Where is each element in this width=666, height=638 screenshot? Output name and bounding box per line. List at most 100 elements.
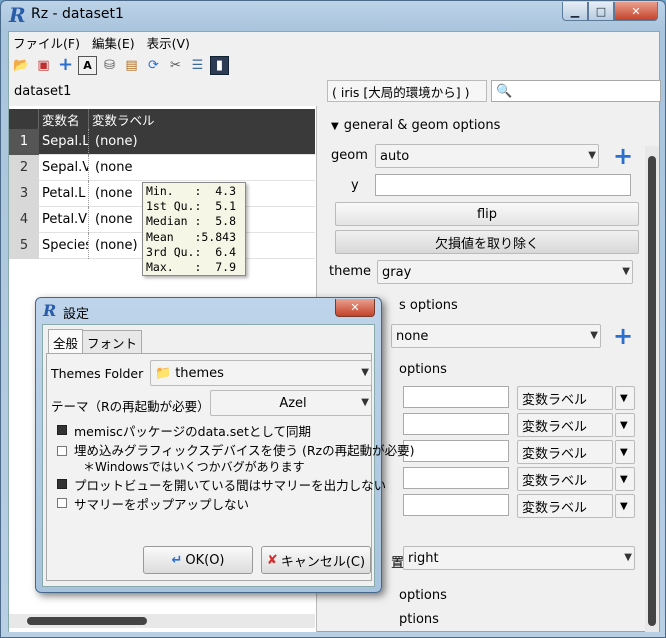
chevron-down-icon: ▼ <box>590 330 598 341</box>
search-icon: 🔍 <box>496 83 513 99</box>
minimize-button[interactable]: ▁ <box>562 2 588 21</box>
collapse-icon: ▼ <box>331 121 339 132</box>
var-name[interactable]: Species <box>39 232 89 259</box>
sync-checkbox[interactable] <box>57 425 67 435</box>
horizontal-scrollbar[interactable] <box>9 614 315 628</box>
cancel-button[interactable]: ✘ キャンセル(C) <box>261 546 371 574</box>
facet-value: none <box>396 328 429 344</box>
label-select-value: 変数ラベル <box>522 473 588 489</box>
windows-bug-note: ＊Windowsではいくつかバグがあります <box>83 460 305 474</box>
label-input[interactable] <box>403 413 509 435</box>
facet-select[interactable]: none ▼ <box>391 324 601 348</box>
row-number: 1 <box>9 128 39 155</box>
label-select[interactable]: 変数ラベル <box>517 467 613 491</box>
menu-view[interactable]: 表示(V) <box>147 33 190 52</box>
section-title[interactable]: ptions <box>399 612 439 627</box>
section-title[interactable]: options <box>399 362 447 377</box>
vertical-scrollbar[interactable] <box>645 146 659 632</box>
chevron-down-icon: ▼ <box>361 397 369 408</box>
label-select[interactable]: 変数ラベル <box>517 413 613 437</box>
database-icon[interactable]: ⛁ <box>100 56 119 75</box>
label-select-value: 変数ラベル <box>522 419 588 435</box>
themes-folder-select[interactable]: 📁 themes ▼ <box>150 360 372 386</box>
label-dropdown[interactable]: ▼ <box>615 494 635 518</box>
tools-icon[interactable]: ✂ <box>166 56 185 75</box>
label-input[interactable] <box>403 440 509 462</box>
chevron-down-icon: ▼ <box>361 367 369 378</box>
label-select[interactable]: 変数ラベル <box>517 494 613 518</box>
theme-value: gray <box>382 264 412 280</box>
grid-header-label[interactable]: 変数ラベル <box>89 109 315 129</box>
theme-select[interactable]: gray ▼ <box>377 260 633 284</box>
search-input[interactable]: 🔍 <box>491 80 661 102</box>
label-input[interactable] <box>403 467 509 489</box>
embed-device-checkbox[interactable] <box>57 446 67 456</box>
legend-position-select[interactable]: right ▼ <box>403 546 635 570</box>
label-dropdown[interactable]: ▼ <box>615 440 635 464</box>
chevron-down-icon: ▼ <box>622 266 630 277</box>
tab-general[interactable]: 全般 <box>48 329 84 354</box>
label-input[interactable] <box>403 494 509 516</box>
add-icon[interactable]: + <box>613 144 633 168</box>
close-button[interactable]: ✕ <box>614 2 658 21</box>
suppress-summary-checkbox[interactable] <box>57 479 67 489</box>
dataset-combo[interactable]: ( iris [大局的環境から] ) ▼ <box>327 80 500 102</box>
var-name[interactable]: Sepal.V <box>39 154 89 181</box>
row-number: 2 <box>9 154 39 181</box>
add-icon[interactable]: + <box>56 56 75 75</box>
remove-na-button[interactable]: 欠損値を取り除く <box>335 230 639 254</box>
var-name[interactable]: Petal.V <box>39 206 89 233</box>
flip-button[interactable]: flip <box>335 202 639 226</box>
var-label[interactable]: (none <box>89 160 133 175</box>
label-input[interactable] <box>403 386 509 408</box>
row-number: 5 <box>9 232 39 259</box>
grid-header-name[interactable]: 変数名 <box>39 109 89 129</box>
maximize-button[interactable]: □ <box>588 2 614 21</box>
add-icon[interactable]: + <box>613 324 633 348</box>
var-label[interactable]: (none <box>89 212 133 227</box>
y-input[interactable] <box>375 174 631 196</box>
chevron-down-icon: ▼ <box>620 473 628 485</box>
table-row[interactable]: 1 Sepal.L (none) <box>9 128 315 155</box>
refresh-icon[interactable]: ⟳ <box>144 56 163 75</box>
var-label[interactable]: (none <box>89 186 133 201</box>
geom-select[interactable]: auto ▼ <box>375 144 599 168</box>
text-icon[interactable]: A <box>78 55 97 75</box>
theme-select[interactable]: Azel ▼ <box>210 390 372 416</box>
var-label[interactable]: (none) <box>89 238 138 253</box>
dialog-close-button[interactable]: ✕ <box>335 299 375 317</box>
var-name[interactable]: Sepal.L <box>39 128 89 155</box>
var-name[interactable]: Petal.L <box>39 180 89 207</box>
sync-checkbox-label: memiscパッケージのdata.setとして同期 <box>74 424 312 439</box>
toolbar: 📂 ▣ + A ⛁ ▤ ⟳ ✂ ☰ ▮ <box>9 52 659 78</box>
no-popup-checkbox[interactable] <box>57 498 67 508</box>
tab-font[interactable]: フォント <box>82 330 143 353</box>
theme-label: theme <box>329 264 371 279</box>
scrollbar-thumb[interactable] <box>648 156 656 626</box>
label-dropdown[interactable]: ▼ <box>615 413 635 437</box>
r-logo-icon: R <box>43 301 57 320</box>
section-title[interactable]: options <box>399 588 447 603</box>
label-dropdown[interactable]: ▼ <box>615 386 635 410</box>
save-icon[interactable]: ▣ <box>34 56 53 75</box>
dialog-title: 設定 <box>63 307 90 322</box>
dataset-label: dataset1 <box>14 84 72 99</box>
ok-button[interactable]: ↵ OK(O) <box>143 546 253 574</box>
image-icon[interactable]: ▤ <box>122 56 141 75</box>
chart-icon[interactable]: ▮ <box>210 55 229 75</box>
scrollbar-thumb[interactable] <box>27 617 147 625</box>
list-icon[interactable]: ☰ <box>188 56 207 75</box>
title-bar[interactable]: R Rz - dataset1 ▁ □ ✕ <box>1 1 665 29</box>
table-row[interactable]: 2 Sepal.V (none <box>9 154 315 181</box>
menu-file[interactable]: ファイル(F) <box>13 33 80 52</box>
chevron-down-icon: ▼ <box>620 419 628 431</box>
row-number: 3 <box>9 180 39 207</box>
var-label[interactable]: (none) <box>89 134 138 149</box>
label-select[interactable]: 変数ラベル <box>517 386 613 410</box>
label-select[interactable]: 変数ラベル <box>517 440 613 464</box>
section-general[interactable]: ▼ general & geom options <box>331 118 500 133</box>
folder-icon[interactable]: 📂 <box>12 56 31 75</box>
label-dropdown[interactable]: ▼ <box>615 467 635 491</box>
menu-edit[interactable]: 編集(E) <box>92 33 135 52</box>
section-title[interactable]: s options <box>399 298 458 313</box>
